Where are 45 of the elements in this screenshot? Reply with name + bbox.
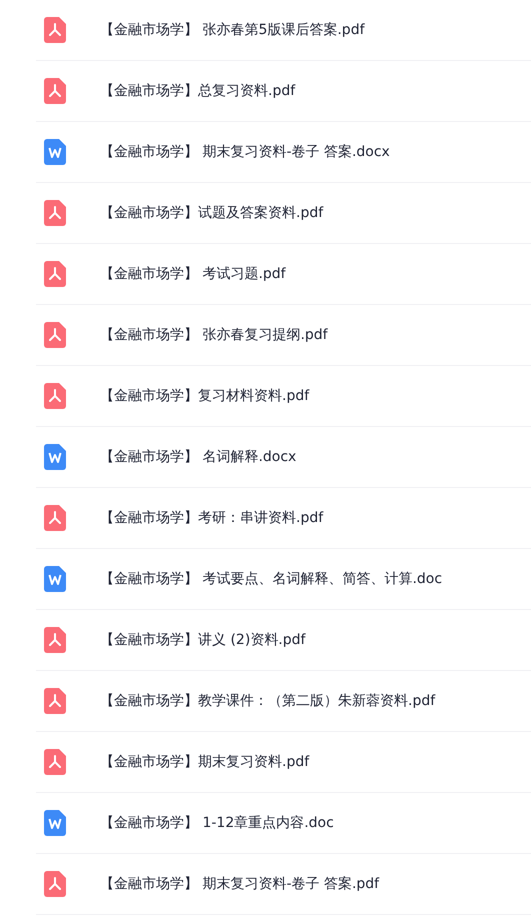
file-name: 【金融市场学】 张亦春复习提纲.pdf bbox=[100, 326, 328, 344]
word-file-icon bbox=[44, 139, 66, 165]
pdf-file-icon bbox=[44, 78, 66, 104]
word-file-icon bbox=[44, 444, 66, 470]
pdf-file-icon bbox=[44, 627, 66, 653]
file-name: 【金融市场学】 名词解释.docx bbox=[100, 448, 296, 466]
pdf-file-icon bbox=[44, 505, 66, 531]
pdf-file-icon bbox=[44, 322, 66, 348]
word-file-icon bbox=[44, 810, 66, 836]
file-row[interactable]: 【金融市场学】考研：串讲资料.pdf bbox=[36, 488, 531, 549]
file-name: 【金融市场学】 期末复习资料-卷子 答案.pdf bbox=[100, 875, 380, 893]
pdf-file-icon bbox=[44, 383, 66, 409]
file-row[interactable]: 【金融市场学】教学课件：（第二版）朱新蓉资料.pdf bbox=[36, 671, 531, 732]
word-file-icon bbox=[44, 566, 66, 592]
file-row[interactable]: 【金融市场学】 考试习题.pdf bbox=[36, 244, 531, 305]
file-name: 【金融市场学】 期末复习资料-卷子 答案.docx bbox=[100, 143, 390, 161]
file-name: 【金融市场学】试题及答案资料.pdf bbox=[100, 204, 324, 222]
file-name: 【金融市场学】 张亦春第5版课后答案.pdf bbox=[100, 21, 365, 39]
pdf-file-icon bbox=[44, 17, 66, 43]
file-row[interactable]: 【金融市场学】 期末复习资料-卷子 答案.docx bbox=[36, 122, 531, 183]
file-row[interactable]: 【金融市场学】试题及答案资料.pdf bbox=[36, 183, 531, 244]
file-row[interactable]: 【金融市场学】期末复习资料.pdf bbox=[36, 732, 531, 793]
pdf-file-icon bbox=[44, 749, 66, 775]
file-name: 【金融市场学】总复习资料.pdf bbox=[100, 82, 296, 100]
file-name: 【金融市场学】 1-12章重点内容.doc bbox=[100, 814, 334, 832]
pdf-file-icon bbox=[44, 688, 66, 714]
file-row[interactable]: 【金融市场学】 考试要点、名词解释、简答、计算.doc bbox=[36, 549, 531, 610]
file-row[interactable]: 【金融市场学】复习材料资料.pdf bbox=[36, 366, 531, 427]
pdf-file-icon bbox=[44, 200, 66, 226]
file-name: 【金融市场学】 考试要点、名词解释、简答、计算.doc bbox=[100, 570, 442, 588]
file-row[interactable]: 【金融市场学】 1-12章重点内容.doc bbox=[36, 793, 531, 854]
file-name: 【金融市场学】考研：串讲资料.pdf bbox=[100, 509, 324, 527]
pdf-file-icon bbox=[44, 871, 66, 897]
file-row[interactable]: 【金融市场学】 张亦春复习提纲.pdf bbox=[36, 305, 531, 366]
file-row[interactable]: 【金融市场学】 张亦春第5版课后答案.pdf bbox=[36, 0, 531, 61]
file-row[interactable]: 【金融市场学】总复习资料.pdf bbox=[36, 61, 531, 122]
file-name: 【金融市场学】教学课件：（第二版）朱新蓉资料.pdf bbox=[100, 692, 436, 710]
file-row[interactable]: 【金融市场学】 名词解释.docx bbox=[36, 427, 531, 488]
file-name: 【金融市场学】期末复习资料.pdf bbox=[100, 753, 310, 771]
file-name: 【金融市场学】复习材料资料.pdf bbox=[100, 387, 310, 405]
file-name: 【金融市场学】讲义 (2)资料.pdf bbox=[100, 631, 306, 649]
file-row[interactable]: 【金融市场学】 期末复习资料-卷子 答案.pdf bbox=[36, 854, 531, 915]
file-row[interactable]: 【金融市场学】讲义 (2)资料.pdf bbox=[36, 610, 531, 671]
file-name: 【金融市场学】 考试习题.pdf bbox=[100, 265, 286, 283]
pdf-file-icon bbox=[44, 261, 66, 287]
